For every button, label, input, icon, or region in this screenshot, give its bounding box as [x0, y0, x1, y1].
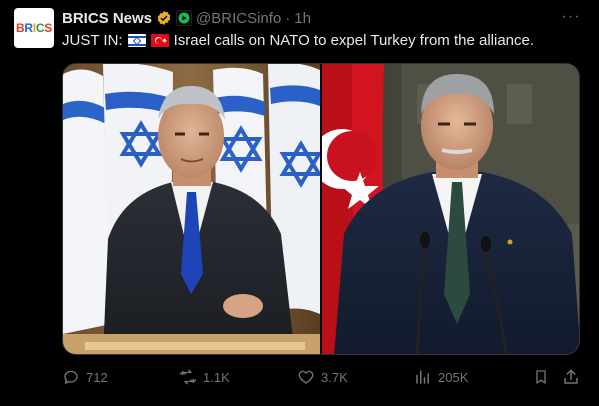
- media-image[interactable]: [62, 63, 580, 355]
- reply-count: 712: [86, 369, 108, 385]
- more-options-button[interactable]: ···: [559, 6, 583, 28]
- play-icon: [178, 12, 190, 24]
- view-count: 205K: [438, 369, 469, 385]
- analytics-icon: [416, 370, 429, 384]
- bookmark-icon: [536, 370, 546, 384]
- more-icon: ···: [561, 8, 581, 25]
- israel-flag-icon: [127, 34, 146, 47]
- tweet[interactable]: BRICS BRICS News @BRICSinfo · 1h ··· JUS…: [0, 0, 599, 406]
- views-button[interactable]: 205K: [414, 366, 468, 388]
- tweet-header: BRICS News @BRICSinfo · 1h: [62, 8, 311, 28]
- right-photo-illustration: [322, 64, 579, 354]
- avatar[interactable]: BRICS: [14, 8, 54, 48]
- bookmark-button[interactable]: [531, 367, 551, 387]
- repost-icon: [179, 369, 197, 385]
- like-count: 3.7K: [321, 369, 348, 385]
- like-button[interactable]: 3.7K: [297, 366, 348, 388]
- separator-dot: ·: [285, 9, 291, 27]
- reply-icon: [64, 370, 78, 385]
- tweet-body: Israel calls on NATO to expel Turkey fro…: [173, 32, 535, 49]
- heart-icon: [298, 370, 314, 384]
- israel-flag-speaker-photo[interactable]: [63, 64, 320, 354]
- turkey-flag-speaker-photo[interactable]: [322, 64, 579, 354]
- tweet-text: JUST IN: Israel calls on NATO to expel T…: [62, 32, 534, 49]
- left-photo-illustration: [63, 64, 320, 354]
- timestamp[interactable]: 1h: [294, 10, 311, 27]
- affiliate-badge-icon[interactable]: [176, 10, 193, 26]
- verified-badge-icon[interactable]: [156, 10, 172, 26]
- tweet-prefix: JUST IN:: [62, 32, 123, 49]
- display-name[interactable]: BRICS News: [62, 10, 152, 27]
- reply-button[interactable]: 712: [62, 366, 108, 388]
- brics-logo: BRICS: [16, 21, 52, 35]
- turkey-flag-icon: [150, 34, 169, 47]
- repost-button[interactable]: 1.1K: [178, 366, 230, 388]
- repost-count: 1.1K: [203, 369, 230, 385]
- user-handle[interactable]: @BRICSinfo: [196, 10, 281, 27]
- share-icon: [564, 369, 578, 384]
- share-button[interactable]: [561, 367, 581, 387]
